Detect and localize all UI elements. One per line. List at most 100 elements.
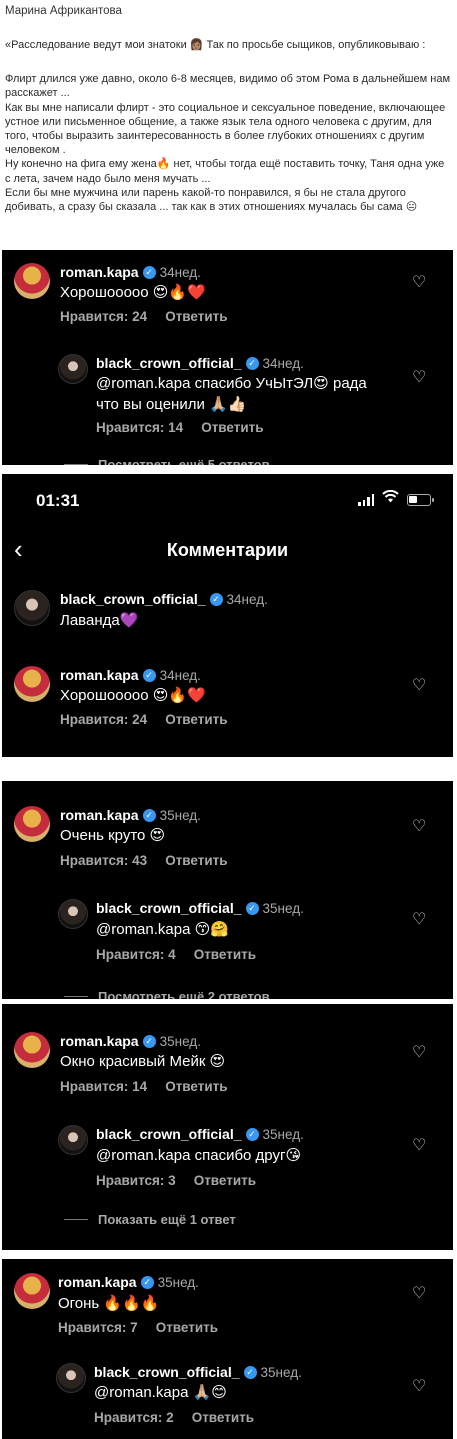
- comment-text: @roman.kapa спасибо УчЫтЭЛ😍 рада: [96, 375, 367, 392]
- status-bar: 01:31: [2, 474, 453, 524]
- heart-icon[interactable]: ♡: [412, 1135, 426, 1155]
- likes-count[interactable]: Нравится: 24: [60, 712, 147, 727]
- comment-meta: Нравится: 7 Ответить: [58, 1320, 218, 1335]
- comment-header: roman.kapa ✓ 34нед.: [60, 667, 201, 683]
- comment-meta: Нравится: 43 Ответить: [60, 853, 228, 868]
- reply-button[interactable]: Ответить: [156, 1320, 218, 1335]
- username[interactable]: black_crown_official_: [60, 591, 206, 607]
- comment-meta: Нравится: 14 Ответить: [60, 1079, 228, 1094]
- comment-text: Хорошооооо 😍🔥❤️: [60, 284, 206, 301]
- likes-count[interactable]: Нравится: 43: [60, 853, 147, 868]
- avatar[interactable]: [58, 354, 88, 384]
- divider-line: [64, 464, 88, 465]
- likes-count[interactable]: Нравится: 2: [94, 1410, 174, 1425]
- heart-icon[interactable]: ♡: [412, 272, 426, 292]
- verified-icon: ✓: [140, 1275, 154, 1289]
- comment-screenshot-4: roman.kapa ✓ 35нед. Окно красивый Мейк 😍…: [2, 1004, 453, 1250]
- username[interactable]: roman.kapa: [60, 264, 139, 280]
- post-header: Марина Африкантова «Расследование ведут …: [5, 4, 452, 214]
- reply-button[interactable]: Ответить: [201, 420, 263, 435]
- comment-time: 34нед.: [226, 591, 268, 607]
- username[interactable]: roman.kapa: [60, 667, 139, 683]
- verified-icon: ✓: [209, 592, 223, 606]
- avatar[interactable]: [14, 1273, 50, 1309]
- view-more-label: Посмотреть ещё 5 ответов: [98, 457, 270, 465]
- nav-bar: ‹ Комментарии: [2, 530, 453, 570]
- heart-icon[interactable]: ♡: [412, 675, 426, 695]
- reply-button[interactable]: Ответить: [192, 1410, 254, 1425]
- post-paragraph: «Расследование ведут мои знатоки 👩🏽 Так …: [5, 39, 426, 51]
- post-paragraph: Как вы мне написали флирт - это социальн…: [5, 101, 446, 157]
- reply-button[interactable]: Ответить: [165, 712, 227, 727]
- username[interactable]: roman.kapa: [60, 807, 139, 823]
- comment-header: roman.kapa ✓ 34нед.: [60, 264, 201, 280]
- comment-text: @roman.kapa спасибо друг😘: [96, 1147, 302, 1164]
- view-more-replies[interactable]: Посмотреть ещё 2 ответов: [64, 989, 270, 999]
- comment-header: black_crown_official_ ✓ 34нед.: [96, 355, 304, 371]
- view-more-replies[interactable]: Показать ещё 1 ответ: [64, 1212, 236, 1227]
- comment-header: black_crown_official_ ✓ 35нед.: [96, 1126, 304, 1142]
- avatar[interactable]: [14, 666, 50, 702]
- comment-time: 35нед.: [260, 1364, 302, 1380]
- comment-screenshot-1: roman.kapa ✓ 34нед. Хорошооооо 😍🔥❤️ Нрав…: [2, 250, 453, 465]
- verified-icon: ✓: [142, 668, 156, 682]
- heart-icon[interactable]: ♡: [412, 816, 426, 836]
- divider-line: [64, 1219, 88, 1220]
- heart-icon[interactable]: ♡: [412, 1283, 426, 1303]
- likes-count[interactable]: Нравится: 14: [60, 1079, 147, 1094]
- avatar[interactable]: [58, 899, 88, 929]
- username[interactable]: black_crown_official_: [96, 355, 242, 371]
- comment-header: black_crown_official_ ✓ 35нед.: [94, 1364, 302, 1380]
- post-author[interactable]: Марина Африкантова: [5, 4, 452, 18]
- comment-meta: Нравится: 24 Ответить: [60, 309, 228, 324]
- comment-time: 34нед.: [262, 355, 304, 371]
- username[interactable]: black_crown_official_: [94, 1364, 240, 1380]
- reply-button[interactable]: Ответить: [165, 309, 227, 324]
- likes-count[interactable]: Нравится: 3: [96, 1173, 176, 1188]
- avatar[interactable]: [14, 806, 50, 842]
- status-time: 01:31: [36, 491, 80, 510]
- comment-header: roman.kapa ✓ 35нед.: [60, 807, 201, 823]
- avatar[interactable]: [14, 590, 50, 626]
- reply-button[interactable]: Ответить: [165, 853, 227, 868]
- likes-count[interactable]: Нравится: 24: [60, 309, 147, 324]
- username[interactable]: black_crown_official_: [96, 1126, 242, 1142]
- comment-meta: Нравится: 3 Ответить: [96, 1173, 256, 1188]
- avatar[interactable]: [14, 263, 50, 299]
- heart-icon[interactable]: ♡: [412, 1042, 426, 1062]
- comment-time: 35нед.: [159, 1033, 201, 1049]
- username[interactable]: black_crown_official_: [96, 900, 242, 916]
- comment-text: @roman.kapa 😙🤗: [96, 921, 229, 938]
- avatar[interactable]: [58, 1125, 88, 1155]
- avatar[interactable]: [56, 1363, 86, 1393]
- heart-icon[interactable]: ♡: [412, 367, 426, 387]
- reply-button[interactable]: Ответить: [165, 1079, 227, 1094]
- comment-time: 34нед.: [159, 264, 201, 280]
- heart-icon[interactable]: ♡: [412, 1376, 426, 1396]
- comment-time: 34нед.: [159, 667, 201, 683]
- reply-button[interactable]: Ответить: [194, 1173, 256, 1188]
- comment-screenshot-3: roman.kapa ✓ 35нед. Очень круто 😍 Нравит…: [2, 781, 453, 999]
- comment-text: Лаванда💜: [60, 612, 139, 629]
- heart-icon[interactable]: ♡: [412, 909, 426, 929]
- comment-meta: Нравится: 2 Ответить: [94, 1410, 254, 1425]
- username[interactable]: roman.kapa: [60, 1033, 139, 1049]
- comment-header: roman.kapa ✓ 35нед.: [58, 1274, 199, 1290]
- signal-icon: [358, 494, 374, 506]
- comment-text: что вы оценили 🙏🏼👍🏻: [96, 396, 247, 413]
- view-more-replies[interactable]: Посмотреть ещё 5 ответов: [64, 457, 270, 465]
- verified-icon: ✓: [245, 901, 259, 915]
- username[interactable]: roman.kapa: [58, 1274, 137, 1290]
- page-title: Комментарии: [166, 540, 289, 560]
- likes-count[interactable]: Нравится: 7: [58, 1320, 138, 1335]
- avatar[interactable]: [14, 1032, 50, 1068]
- likes-count[interactable]: Нравится: 14: [96, 420, 183, 435]
- likes-count[interactable]: Нравится: 4: [96, 947, 176, 962]
- comment-header: roman.kapa ✓ 35нед.: [60, 1033, 201, 1049]
- comment-meta: Нравится: 4 Ответить: [96, 947, 256, 962]
- divider-line: [64, 996, 88, 997]
- verified-icon: ✓: [142, 265, 156, 279]
- reply-button[interactable]: Ответить: [194, 947, 256, 962]
- comment-header: black_crown_official_ ✓ 35нед.: [96, 900, 304, 916]
- post-body: «Расследование ведут мои знатоки 👩🏽 Так …: [5, 38, 452, 214]
